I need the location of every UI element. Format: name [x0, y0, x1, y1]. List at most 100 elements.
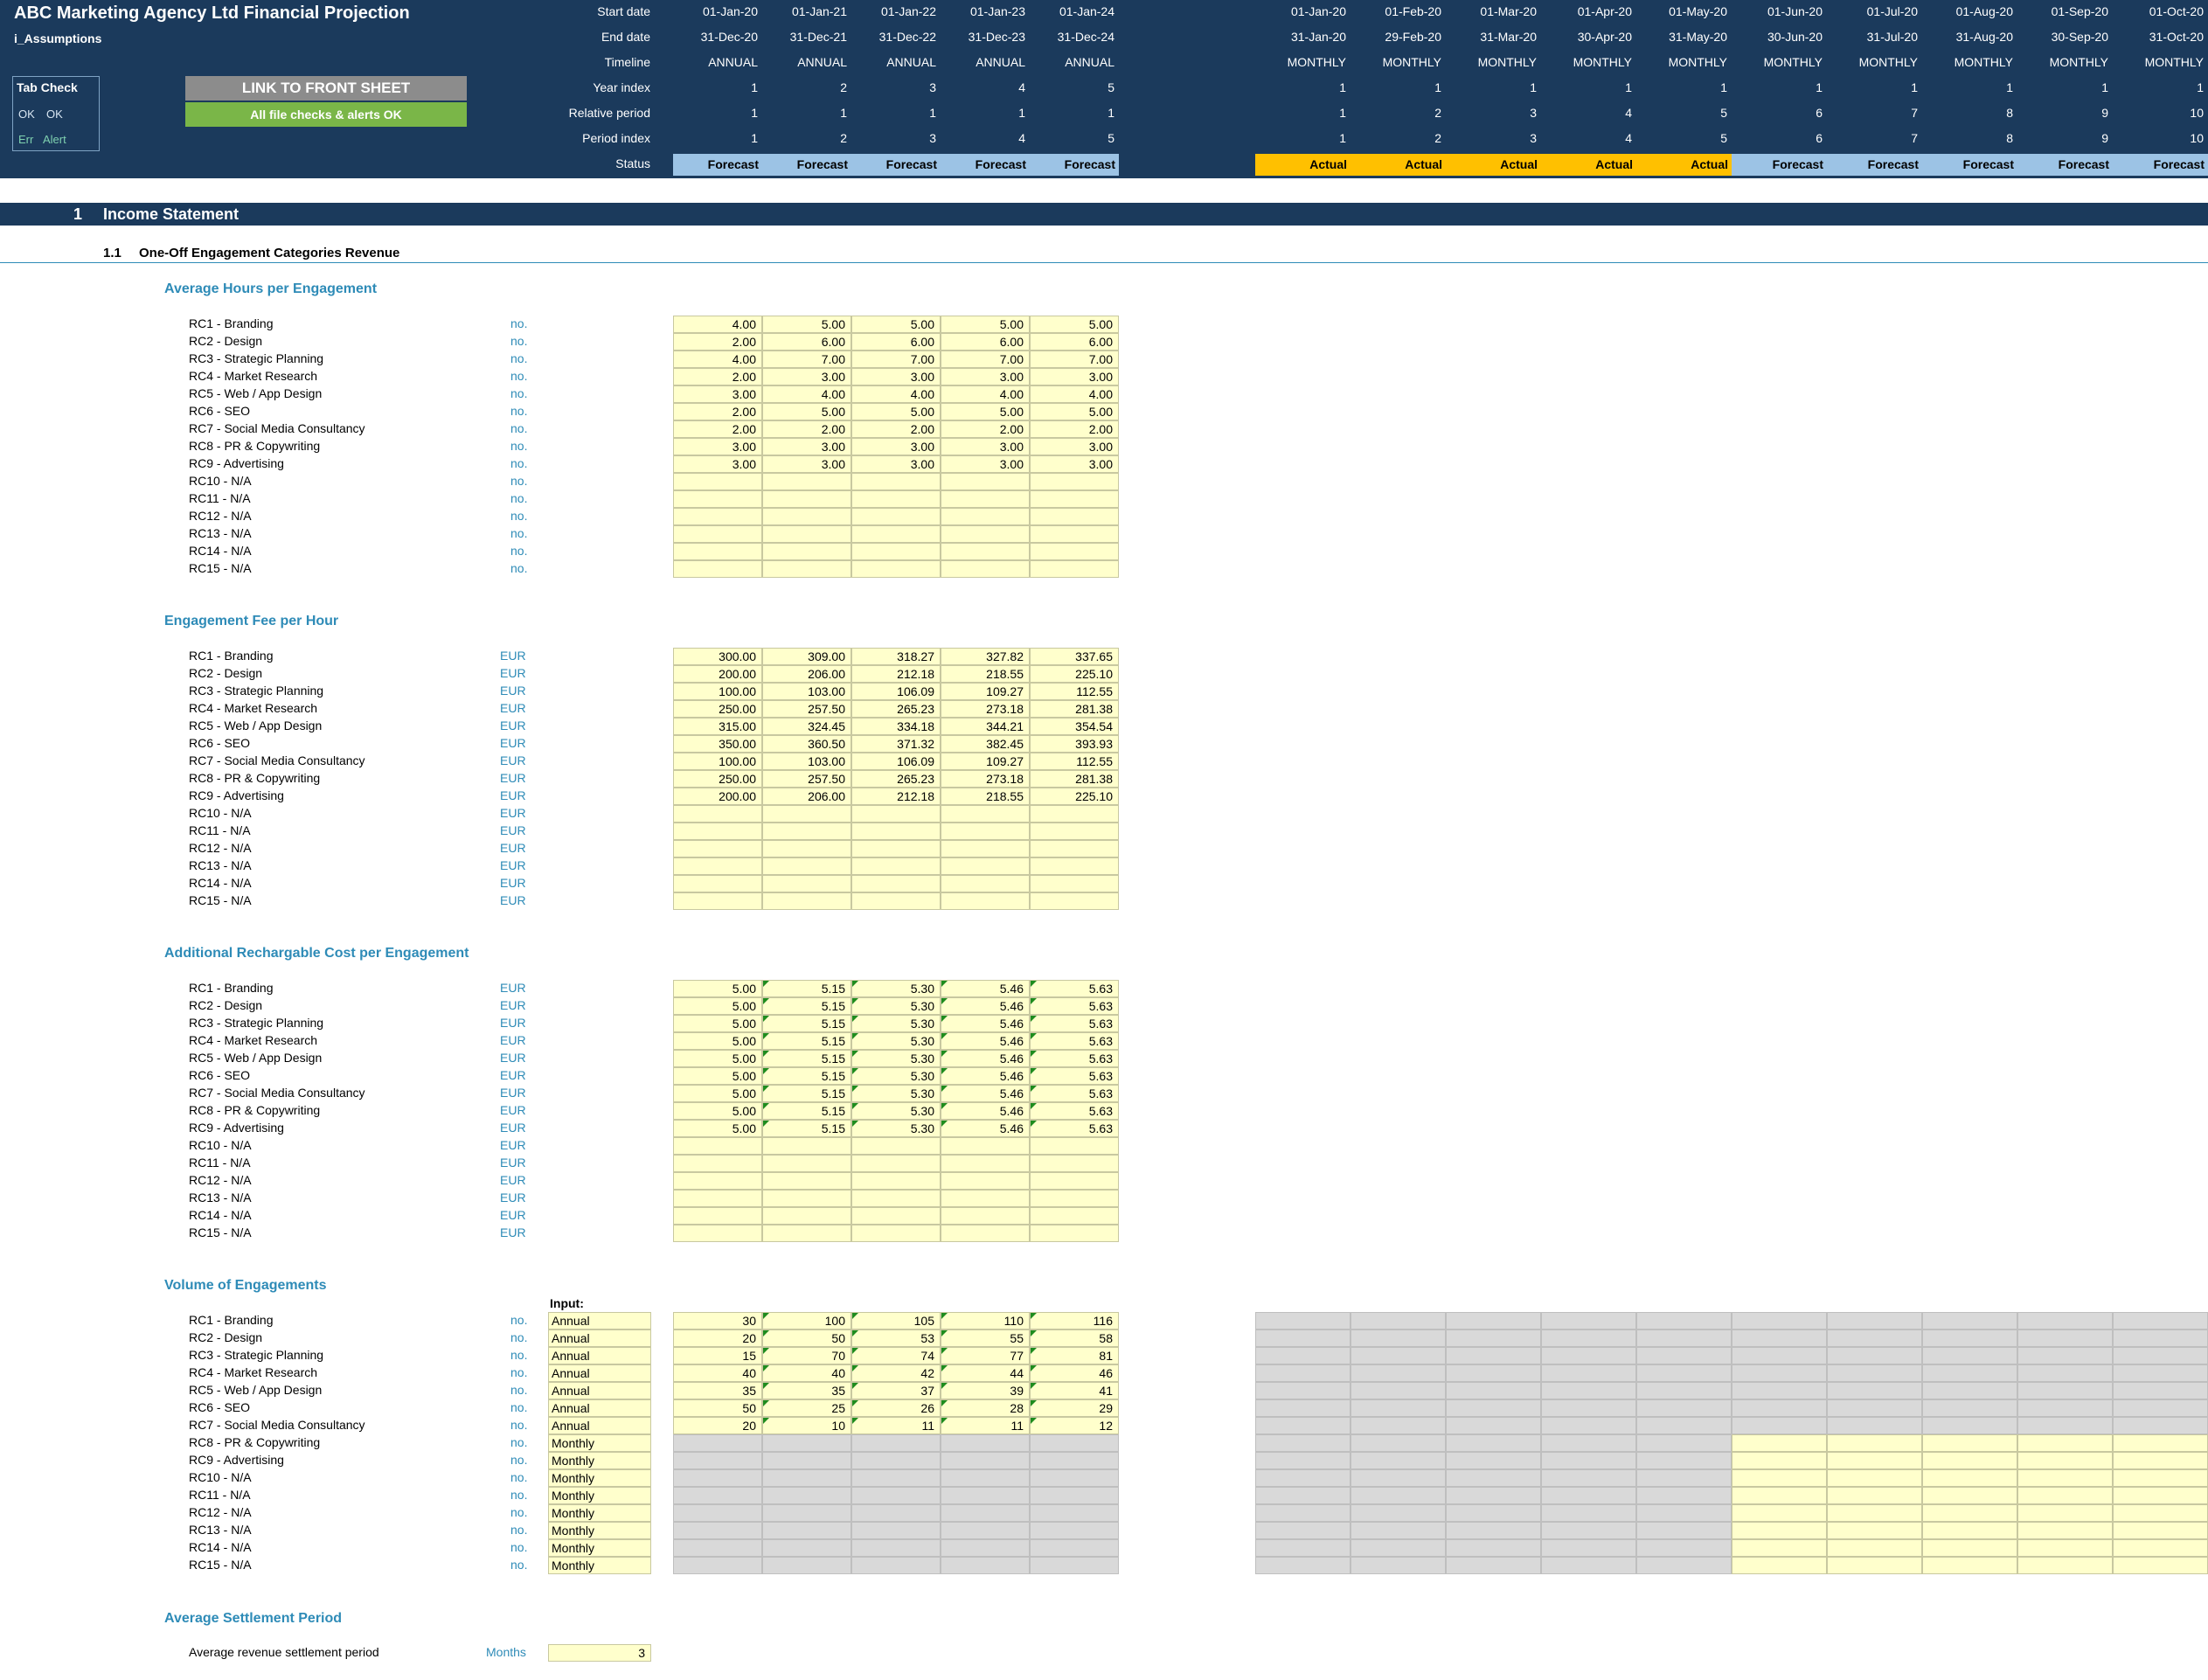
value-cell[interactable]: 40 — [673, 1364, 762, 1382]
value-cell[interactable] — [851, 560, 941, 578]
value-cell[interactable] — [851, 525, 941, 543]
frequency-input[interactable]: Annual — [548, 1399, 651, 1417]
value-cell[interactable]: 10 — [762, 1417, 851, 1434]
monthly-input-cell[interactable] — [1827, 1469, 1922, 1487]
value-cell[interactable]: 5.63 — [1030, 980, 1119, 997]
value-cell[interactable]: 281.38 — [1030, 700, 1119, 718]
value-cell[interactable] — [851, 473, 941, 490]
value-cell[interactable] — [1030, 875, 1119, 892]
value-cell[interactable] — [762, 508, 851, 525]
value-cell[interactable] — [1030, 857, 1119, 875]
value-cell[interactable] — [851, 823, 941, 840]
frequency-input[interactable]: Monthly — [548, 1522, 651, 1539]
value-cell[interactable] — [1030, 892, 1119, 910]
value-cell[interactable] — [673, 892, 762, 910]
value-cell[interactable]: 4.00 — [941, 385, 1030, 403]
frequency-input[interactable]: Annual — [548, 1329, 651, 1347]
monthly-input-cell[interactable] — [2113, 1522, 2208, 1539]
value-cell[interactable]: 106.09 — [851, 683, 941, 700]
value-cell[interactable]: 81 — [1030, 1347, 1119, 1364]
value-cell[interactable]: 4.00 — [851, 385, 941, 403]
value-cell[interactable] — [762, 875, 851, 892]
value-cell[interactable]: 5.00 — [1030, 316, 1119, 333]
value-cell[interactable]: 200.00 — [673, 788, 762, 805]
monthly-input-cell[interactable] — [1922, 1487, 2017, 1504]
value-cell[interactable] — [941, 805, 1030, 823]
value-cell[interactable]: 3.00 — [851, 368, 941, 385]
value-cell[interactable]: 206.00 — [762, 788, 851, 805]
value-cell[interactable]: 2.00 — [673, 420, 762, 438]
value-cell[interactable]: 225.10 — [1030, 665, 1119, 683]
value-cell[interactable]: 350.00 — [673, 735, 762, 753]
value-cell[interactable]: 334.18 — [851, 718, 941, 735]
value-cell[interactable]: 110 — [941, 1312, 1030, 1329]
value-cell[interactable] — [1030, 1190, 1119, 1207]
value-cell[interactable]: 40 — [762, 1364, 851, 1382]
value-cell[interactable]: 58 — [1030, 1329, 1119, 1347]
value-cell[interactable]: 5.46 — [941, 1120, 1030, 1137]
monthly-input-cell[interactable] — [1827, 1434, 1922, 1452]
value-cell[interactable]: 300.00 — [673, 648, 762, 665]
value-cell[interactable] — [851, 490, 941, 508]
frequency-input[interactable]: Annual — [548, 1347, 651, 1364]
monthly-input-cell[interactable] — [2017, 1452, 2113, 1469]
value-cell[interactable]: 393.93 — [1030, 735, 1119, 753]
value-cell[interactable]: 5.15 — [762, 1032, 851, 1050]
value-cell[interactable] — [851, 1137, 941, 1155]
monthly-input-cell[interactable] — [1732, 1469, 1827, 1487]
value-cell[interactable] — [762, 840, 851, 857]
value-cell[interactable] — [941, 490, 1030, 508]
value-cell[interactable]: 5.63 — [1030, 1085, 1119, 1102]
value-cell[interactable] — [673, 525, 762, 543]
value-cell[interactable] — [673, 805, 762, 823]
value-cell[interactable]: 7.00 — [941, 351, 1030, 368]
value-cell[interactable]: 3.00 — [941, 368, 1030, 385]
frequency-input[interactable]: Annual — [548, 1382, 651, 1399]
value-cell[interactable] — [941, 823, 1030, 840]
value-cell[interactable]: 273.18 — [941, 700, 1030, 718]
value-cell[interactable]: 5.30 — [851, 980, 941, 997]
value-cell[interactable] — [762, 473, 851, 490]
value-cell[interactable]: 5.00 — [762, 403, 851, 420]
value-cell[interactable]: 218.55 — [941, 788, 1030, 805]
value-cell[interactable] — [762, 525, 851, 543]
value-cell[interactable] — [1030, 1155, 1119, 1172]
value-cell[interactable]: 7.00 — [762, 351, 851, 368]
monthly-input-cell[interactable] — [1827, 1452, 1922, 1469]
value-cell[interactable]: 2.00 — [1030, 420, 1119, 438]
value-cell[interactable]: 5.63 — [1030, 1067, 1119, 1085]
value-cell[interactable] — [941, 1225, 1030, 1242]
monthly-input-cell[interactable] — [2017, 1434, 2113, 1452]
value-cell[interactable]: 200.00 — [673, 665, 762, 683]
monthly-input-cell[interactable] — [1922, 1522, 2017, 1539]
monthly-input-cell[interactable] — [1922, 1469, 2017, 1487]
value-cell[interactable]: 5.63 — [1030, 1120, 1119, 1137]
value-cell[interactable]: 74 — [851, 1347, 941, 1364]
value-cell[interactable]: 6.00 — [941, 333, 1030, 351]
monthly-input-cell[interactable] — [2017, 1522, 2113, 1539]
value-cell[interactable]: 5.46 — [941, 980, 1030, 997]
value-cell[interactable]: 11 — [941, 1417, 1030, 1434]
value-cell[interactable] — [673, 543, 762, 560]
value-cell[interactable] — [673, 490, 762, 508]
value-cell[interactable]: 15 — [673, 1347, 762, 1364]
value-cell[interactable] — [673, 875, 762, 892]
value-cell[interactable]: 5.00 — [673, 1102, 762, 1120]
value-cell[interactable]: 112.55 — [1030, 753, 1119, 770]
value-cell[interactable]: 5.00 — [673, 1015, 762, 1032]
value-cell[interactable] — [762, 1207, 851, 1225]
value-cell[interactable] — [673, 823, 762, 840]
value-cell[interactable]: 5.00 — [673, 1120, 762, 1137]
value-cell[interactable]: 5.00 — [1030, 403, 1119, 420]
monthly-input-cell[interactable] — [1732, 1539, 1827, 1557]
value-cell[interactable]: 5.46 — [941, 1067, 1030, 1085]
value-cell[interactable] — [1030, 543, 1119, 560]
value-cell[interactable]: 206.00 — [762, 665, 851, 683]
value-cell[interactable]: 5.30 — [851, 1120, 941, 1137]
monthly-input-cell[interactable] — [1827, 1504, 1922, 1522]
value-cell[interactable]: 212.18 — [851, 665, 941, 683]
value-cell[interactable]: 5.15 — [762, 1050, 851, 1067]
value-cell[interactable]: 5.00 — [851, 403, 941, 420]
value-cell[interactable]: 41 — [1030, 1382, 1119, 1399]
value-cell[interactable]: 5.63 — [1030, 1032, 1119, 1050]
